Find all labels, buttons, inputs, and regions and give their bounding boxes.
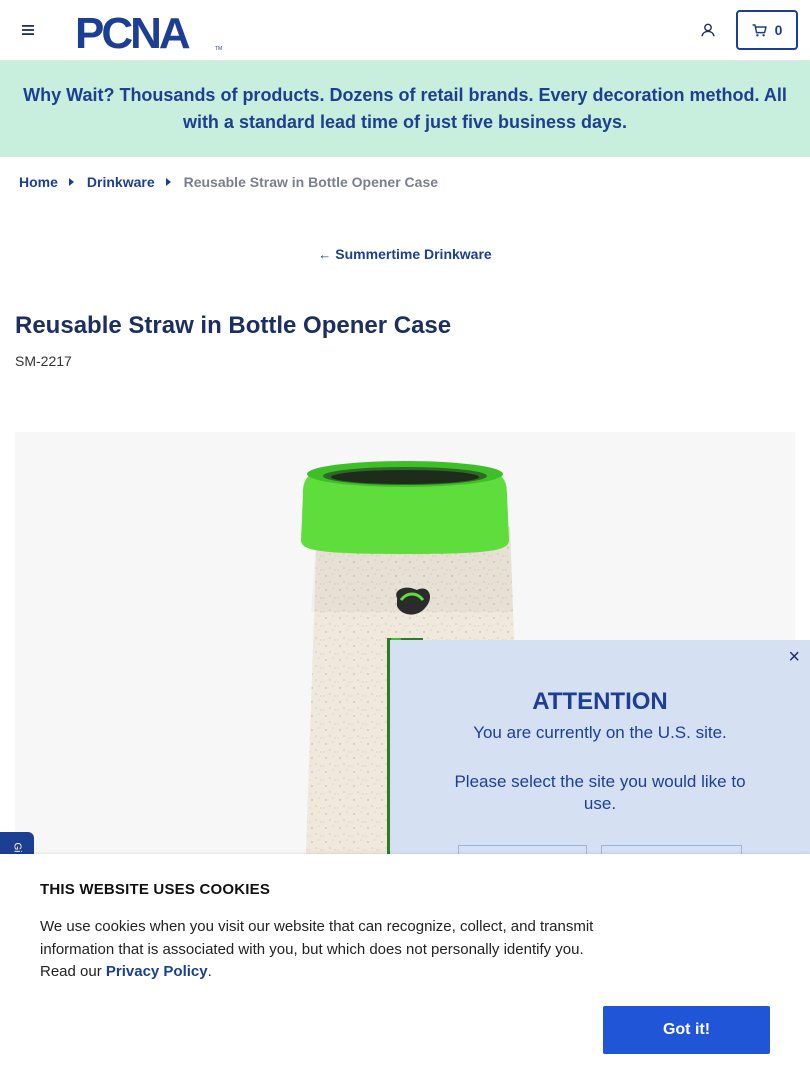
hamburger-icon <box>22 25 34 35</box>
caret-right-icon <box>165 178 171 186</box>
back-link-label: Summertime Drinkware <box>335 246 492 262</box>
site-header: PCNA TM 0 <box>0 0 810 61</box>
privacy-policy-link[interactable]: Privacy Policy <box>106 963 208 980</box>
menu-button[interactable] <box>18 20 38 40</box>
close-icon[interactable]: × <box>788 646 800 669</box>
side-tab-label: Gi <box>11 842 23 853</box>
account-button[interactable] <box>697 19 719 41</box>
breadcrumb: Home Drinkware Reusable Straw in Bottle … <box>19 174 438 190</box>
arrow-left-icon: ← <box>318 247 332 262</box>
accept-cookies-button[interactable]: Got it! <box>603 1006 770 1054</box>
logo-wordmark: PCNA <box>75 10 190 52</box>
cart-icon <box>752 23 767 36</box>
promo-banner: Why Wait? Thousands of products. Dozens … <box>0 61 810 157</box>
logo-trademark: TM <box>215 46 222 52</box>
promo-banner-text: Why Wait? Thousands of products. Dozens … <box>23 85 787 132</box>
pcna-logo[interactable]: PCNA TM <box>75 9 225 58</box>
product-sku: SM-2217 <box>15 353 72 369</box>
back-to-collection-link[interactable]: ← Summertime Drinkware <box>0 246 810 262</box>
cookie-banner-text: We use cookies when you visit our websit… <box>40 916 600 984</box>
product-title: Reusable Straw in Bottle Opener Case <box>15 312 452 339</box>
breadcrumb-home-link[interactable]: Home <box>19 174 58 190</box>
popup-select-site-text: Please select the site you would like to… <box>454 772 746 813</box>
user-icon <box>701 23 715 37</box>
breadcrumb-drinkware-link[interactable]: Drinkware <box>87 174 155 190</box>
caret-right-icon <box>68 178 74 186</box>
cookie-text-end: . <box>207 963 212 980</box>
cookie-banner-title: THIS WEBSITE USES COOKIES <box>40 881 271 898</box>
breadcrumb-current: Reusable Straw in Bottle Opener Case <box>183 174 439 190</box>
cart-button[interactable]: 0 <box>736 10 798 50</box>
cookie-banner: THIS WEBSITE USES COOKIES We use cookies… <box>0 854 810 1080</box>
cart-count: 0 <box>774 22 783 38</box>
popup-current-site-text: You are currently on the U.S. site. <box>473 723 727 742</box>
popup-title: ATTENTION <box>532 688 668 715</box>
